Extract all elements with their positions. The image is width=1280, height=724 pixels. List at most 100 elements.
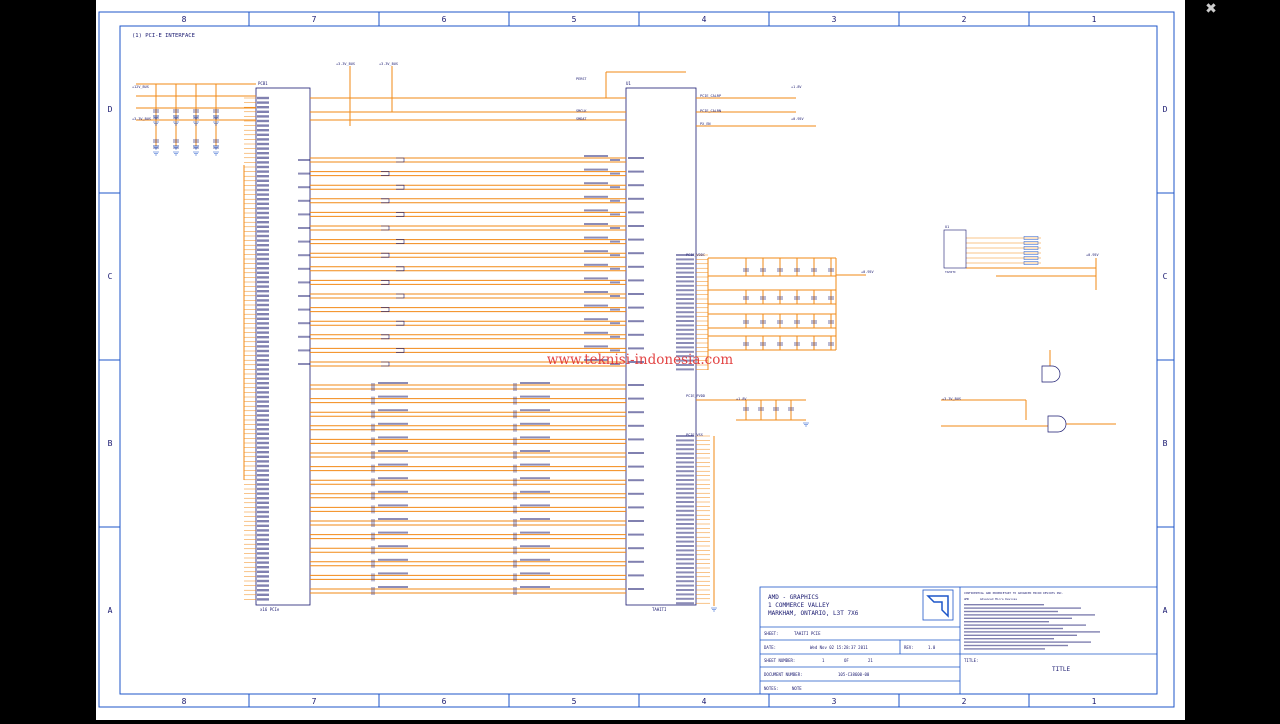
pin-name-glyph <box>257 216 269 219</box>
net-label: SMCLK <box>576 109 587 113</box>
cap-value-glyph <box>378 518 408 520</box>
cap-value-glyph <box>378 531 408 534</box>
net-name-glyph <box>584 291 608 293</box>
pin-name-glyph <box>257 152 269 155</box>
pin-number-glyph <box>298 254 310 257</box>
test-point <box>381 198 390 204</box>
test-point <box>396 266 405 272</box>
pin-name-glyph <box>676 562 694 565</box>
net-name-glyph <box>584 263 608 266</box>
pin-name-glyph <box>257 529 269 532</box>
pin-name-glyph <box>257 354 269 357</box>
pin-number-glyph <box>298 281 310 284</box>
net-name-glyph <box>584 304 608 307</box>
pin-name-glyph <box>676 492 694 495</box>
cap-value-glyph <box>378 382 408 384</box>
row-label-left: D <box>108 105 113 114</box>
pin-name-glyph <box>257 446 269 449</box>
net-label: PERST <box>576 77 587 81</box>
pin-name-glyph <box>257 469 269 472</box>
pin-number-glyph <box>610 308 620 311</box>
cap-value-glyph <box>520 409 550 412</box>
net-name-glyph <box>584 223 608 225</box>
pin-number-glyph <box>298 335 310 338</box>
cap-value-glyph <box>520 504 550 507</box>
pin-name-glyph <box>257 368 269 371</box>
pin-name-glyph <box>676 523 694 525</box>
pin-name-glyph <box>628 533 644 536</box>
pin-name-glyph <box>257 533 269 537</box>
pin-number-glyph <box>610 322 620 325</box>
cap-value-glyph <box>378 545 408 548</box>
cap-value-glyph <box>378 395 408 398</box>
fineprint-glyph <box>964 610 1058 613</box>
sheet-number-label: SHEET NUMBER: <box>764 658 795 663</box>
schematic-drawing: 87654321 87654321 DCBA DCBA (1) PCI-E IN… <box>98 11 1175 708</box>
pin-name-glyph <box>628 279 644 282</box>
pin-name-glyph <box>676 293 694 296</box>
pin-name-glyph <box>257 115 269 118</box>
pin-name-glyph <box>676 571 694 574</box>
cap-value-glyph <box>520 558 550 561</box>
power-label: +3.3V_BUS <box>336 62 355 66</box>
pin-name-glyph <box>676 558 694 561</box>
ground-symbol <box>173 145 179 150</box>
pin-name-glyph <box>257 138 269 141</box>
column-label-top: 7 <box>312 15 317 24</box>
of-label: OF <box>844 658 849 663</box>
ground-symbol <box>711 607 717 612</box>
pin-name-glyph <box>676 553 694 556</box>
pin-name-glyph <box>257 589 269 592</box>
cap-value-glyph <box>378 422 408 425</box>
pin-name-glyph <box>628 225 644 227</box>
pin-name-glyph <box>257 474 269 477</box>
pin-name-glyph <box>257 221 269 224</box>
fineprint-glyph <box>964 631 1100 633</box>
cap-value-glyph <box>520 450 550 452</box>
pin-name-glyph <box>257 510 269 514</box>
pin-name-glyph <box>257 280 269 284</box>
pin-number-glyph <box>298 240 310 243</box>
pin-labels <box>257 96 694 605</box>
pin-name-glyph <box>257 179 269 182</box>
pin-name-glyph <box>676 368 694 371</box>
pin-name-glyph <box>257 372 269 376</box>
pin-name-glyph <box>676 315 694 318</box>
title-value: TITLE <box>1052 666 1070 673</box>
cap-value-glyph <box>520 586 550 588</box>
pin-number-glyph <box>298 308 310 311</box>
close-icon[interactable]: ✖ <box>1200 0 1222 20</box>
net-name-glyph <box>584 236 608 239</box>
cap-value-glyph <box>378 450 408 452</box>
pin-name-glyph <box>257 313 269 316</box>
notes-label: NOTES: <box>764 686 778 691</box>
pin-name-glyph <box>257 451 269 454</box>
pin-name-glyph <box>257 584 269 587</box>
test-point <box>396 157 405 163</box>
fineprint-glyph <box>964 617 1072 619</box>
pin-name-glyph <box>257 262 269 265</box>
pin-name-glyph <box>676 258 694 261</box>
pin-name-glyph <box>257 487 269 491</box>
power-label: +12V_BUS <box>132 85 149 89</box>
document-viewer: 87654321 87654321 DCBA DCBA (1) PCI-E IN… <box>0 0 1280 720</box>
pin-name-glyph <box>676 580 694 583</box>
pin-name-glyph <box>257 460 269 463</box>
column-label-bottom: 1 <box>1092 697 1097 706</box>
pin-name-glyph <box>257 290 269 293</box>
title-block-fineprint <box>964 604 1100 650</box>
power-label: +3.3V_BUS <box>942 397 961 401</box>
amd-logo <box>926 595 949 618</box>
pin-name-glyph <box>676 280 694 283</box>
pin-name-glyph <box>257 234 269 238</box>
column-label-bottom: 6 <box>442 697 447 706</box>
pin-name-glyph <box>257 193 269 196</box>
test-point <box>381 252 390 258</box>
pin-name-glyph <box>257 566 269 569</box>
pin-name-glyph <box>257 478 269 481</box>
power-label: +3.3V_BUS <box>132 117 151 121</box>
pin-number-glyph <box>610 295 620 297</box>
power-label: +0.95V <box>791 117 805 121</box>
pin-name-glyph <box>676 320 694 322</box>
pin-name-glyph <box>676 509 694 512</box>
